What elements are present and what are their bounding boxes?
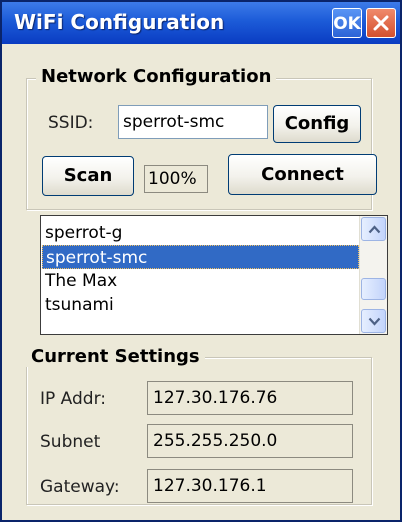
close-icon: [373, 15, 389, 31]
close-button[interactable]: [366, 8, 396, 38]
wifi-configuration-window: WiFi Configuration OK Network Configurat…: [0, 0, 402, 522]
ok-button[interactable]: OK: [332, 8, 362, 38]
gateway-field: 127.30.176.1: [147, 469, 353, 503]
chevron-down-icon: [368, 317, 381, 326]
network-configuration-title: Network Configuration: [36, 66, 277, 87]
ssid-label: SSID:: [48, 113, 94, 133]
scroll-up-button[interactable]: [361, 217, 386, 241]
list-item-selected[interactable]: sperrot-smc: [42, 245, 359, 269]
network-name: The Max: [45, 271, 118, 291]
connect-button[interactable]: Connect: [228, 154, 377, 195]
signal-strength-field: 100%: [144, 165, 208, 193]
network-name: sperrot-g: [45, 223, 123, 243]
network-name: tsunami: [45, 295, 114, 315]
network-list[interactable]: sperrot-g sperrot-smc The Max tsunami: [40, 215, 388, 335]
window-title: WiFi Configuration: [14, 10, 225, 34]
current-settings-title: Current Settings: [26, 346, 205, 367]
scroll-down-button[interactable]: [361, 309, 386, 333]
config-button[interactable]: Config: [273, 105, 361, 143]
list-item[interactable]: sperrot-g: [42, 221, 359, 245]
title-bar: WiFi Configuration OK: [2, 2, 400, 44]
ssid-input[interactable]: [118, 105, 268, 139]
scroll-thumb[interactable]: [361, 278, 386, 300]
subnet-field: 255.255.250.0: [147, 424, 353, 458]
ip-address-label: IP Addr:: [40, 389, 106, 409]
network-name: sperrot-smc: [46, 248, 148, 268]
chevron-up-icon: [368, 225, 381, 234]
list-item[interactable]: tsunami: [42, 293, 359, 317]
list-scrollbar[interactable]: [359, 216, 387, 334]
scan-button[interactable]: Scan: [42, 156, 134, 196]
ip-address-field: 127.30.176.76: [147, 381, 353, 415]
subnet-label: Subnet: [40, 432, 101, 452]
list-item[interactable]: The Max: [42, 269, 359, 293]
gateway-label: Gateway:: [40, 477, 120, 497]
